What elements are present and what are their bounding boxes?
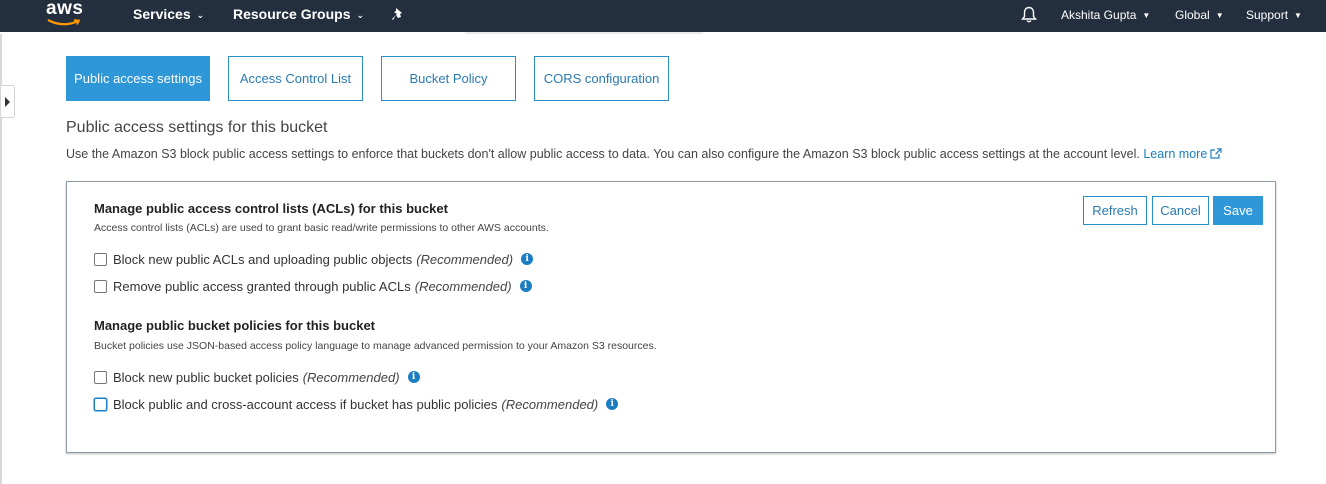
acl-group-title: Manage public access control lists (ACLs…	[94, 201, 448, 216]
bell-icon[interactable]	[1021, 6, 1037, 24]
aws-smile-icon	[47, 19, 81, 26]
learn-more-label: Learn more	[1143, 147, 1208, 161]
checkbox[interactable]	[94, 279, 107, 293]
user-menu[interactable]: Akshita Gupta ▼	[1061, 0, 1150, 32]
chevron-down-icon: ⌄	[356, 10, 365, 20]
region-label: Global	[1175, 8, 1210, 22]
pin-icon[interactable]	[392, 8, 404, 21]
services-menu[interactable]: Services ⌄	[133, 0, 204, 32]
option-label: Block new public ACLs and uploading publ…	[113, 251, 413, 267]
policy-group-description: Bucket policies use JSON-based access po…	[94, 340, 657, 352]
info-icon[interactable]: i	[519, 280, 532, 292]
user-label: Akshita Gupta	[1061, 8, 1137, 22]
checkbox[interactable]	[94, 370, 107, 384]
tab-public-access-settings[interactable]: Public access settings	[66, 56, 210, 101]
nav-underline	[0, 32, 1326, 34]
info-icon[interactable]: i	[521, 253, 534, 265]
top-navigation-bar: aws Services ⌄ Resource Groups ⌄ Akshita G…	[0, 0, 1326, 32]
option-label: Block public and cross-account access if…	[113, 396, 498, 412]
nav-underline-segment	[465, 32, 703, 34]
refresh-button[interactable]: Refresh	[1083, 196, 1147, 225]
option-block-new-bucket-policies[interactable]: Block new public bucket policies (Recomm…	[94, 369, 420, 385]
sidebar-toggle[interactable]	[1, 85, 15, 118]
chevron-down-icon: ⌄	[196, 10, 205, 20]
section-description: Use the Amazon S3 block public access se…	[66, 147, 1222, 161]
expand-arrow-icon	[5, 97, 10, 107]
checkbox[interactable]	[94, 397, 107, 411]
recommended-note: (Recommended)	[302, 369, 400, 385]
resource-groups-label: Resource Groups	[233, 6, 351, 22]
chevron-down-icon: ▼	[1294, 11, 1302, 20]
tab-bucket-policy[interactable]: Bucket Policy	[381, 56, 516, 101]
option-remove-public-acl-access[interactable]: Remove public access granted through pub…	[94, 278, 532, 294]
policy-group-title: Manage public bucket policies for this b…	[94, 318, 375, 333]
acl-group-description: Access control lists (ACLs) are used to …	[94, 222, 549, 234]
tab-cors-configuration[interactable]: CORS configuration	[534, 56, 669, 101]
recommended-note: (Recommended)	[416, 251, 514, 267]
section-description-text: Use the Amazon S3 block public access se…	[66, 147, 1140, 161]
aws-logo-text: aws	[46, 0, 84, 19]
recommended-note: (Recommended)	[414, 278, 512, 294]
cancel-button[interactable]: Cancel	[1152, 196, 1209, 225]
aws-logo[interactable]: aws	[46, 0, 86, 32]
support-menu[interactable]: Support ▼	[1246, 0, 1302, 32]
chevron-down-icon: ▼	[1142, 11, 1151, 20]
option-block-new-public-acls[interactable]: Block new public ACLs and uploading publ…	[94, 251, 534, 267]
services-label: Services	[133, 6, 191, 22]
checkbox[interactable]	[94, 252, 107, 266]
option-label: Block new public bucket policies	[113, 369, 299, 385]
chevron-down-icon: ▼	[1215, 11, 1224, 20]
settings-panel: Refresh Cancel Save Manage public access…	[66, 181, 1276, 453]
tab-access-control-list[interactable]: Access Control List	[228, 56, 363, 101]
save-button[interactable]: Save	[1213, 196, 1263, 225]
learn-more-link[interactable]: Learn more	[1143, 147, 1222, 161]
info-icon[interactable]: i	[606, 398, 619, 410]
info-icon[interactable]: i	[407, 371, 420, 383]
option-label: Remove public access granted through pub…	[113, 278, 411, 294]
option-block-cross-account-access[interactable]: Block public and cross-account access if…	[94, 396, 619, 412]
section-title: Public access settings for this bucket	[66, 119, 328, 136]
region-menu[interactable]: Global ▼	[1175, 0, 1224, 32]
resource-groups-menu[interactable]: Resource Groups ⌄	[233, 0, 364, 32]
external-link-icon	[1210, 148, 1222, 159]
support-label: Support	[1246, 8, 1289, 22]
recommended-note: (Recommended)	[501, 396, 599, 412]
